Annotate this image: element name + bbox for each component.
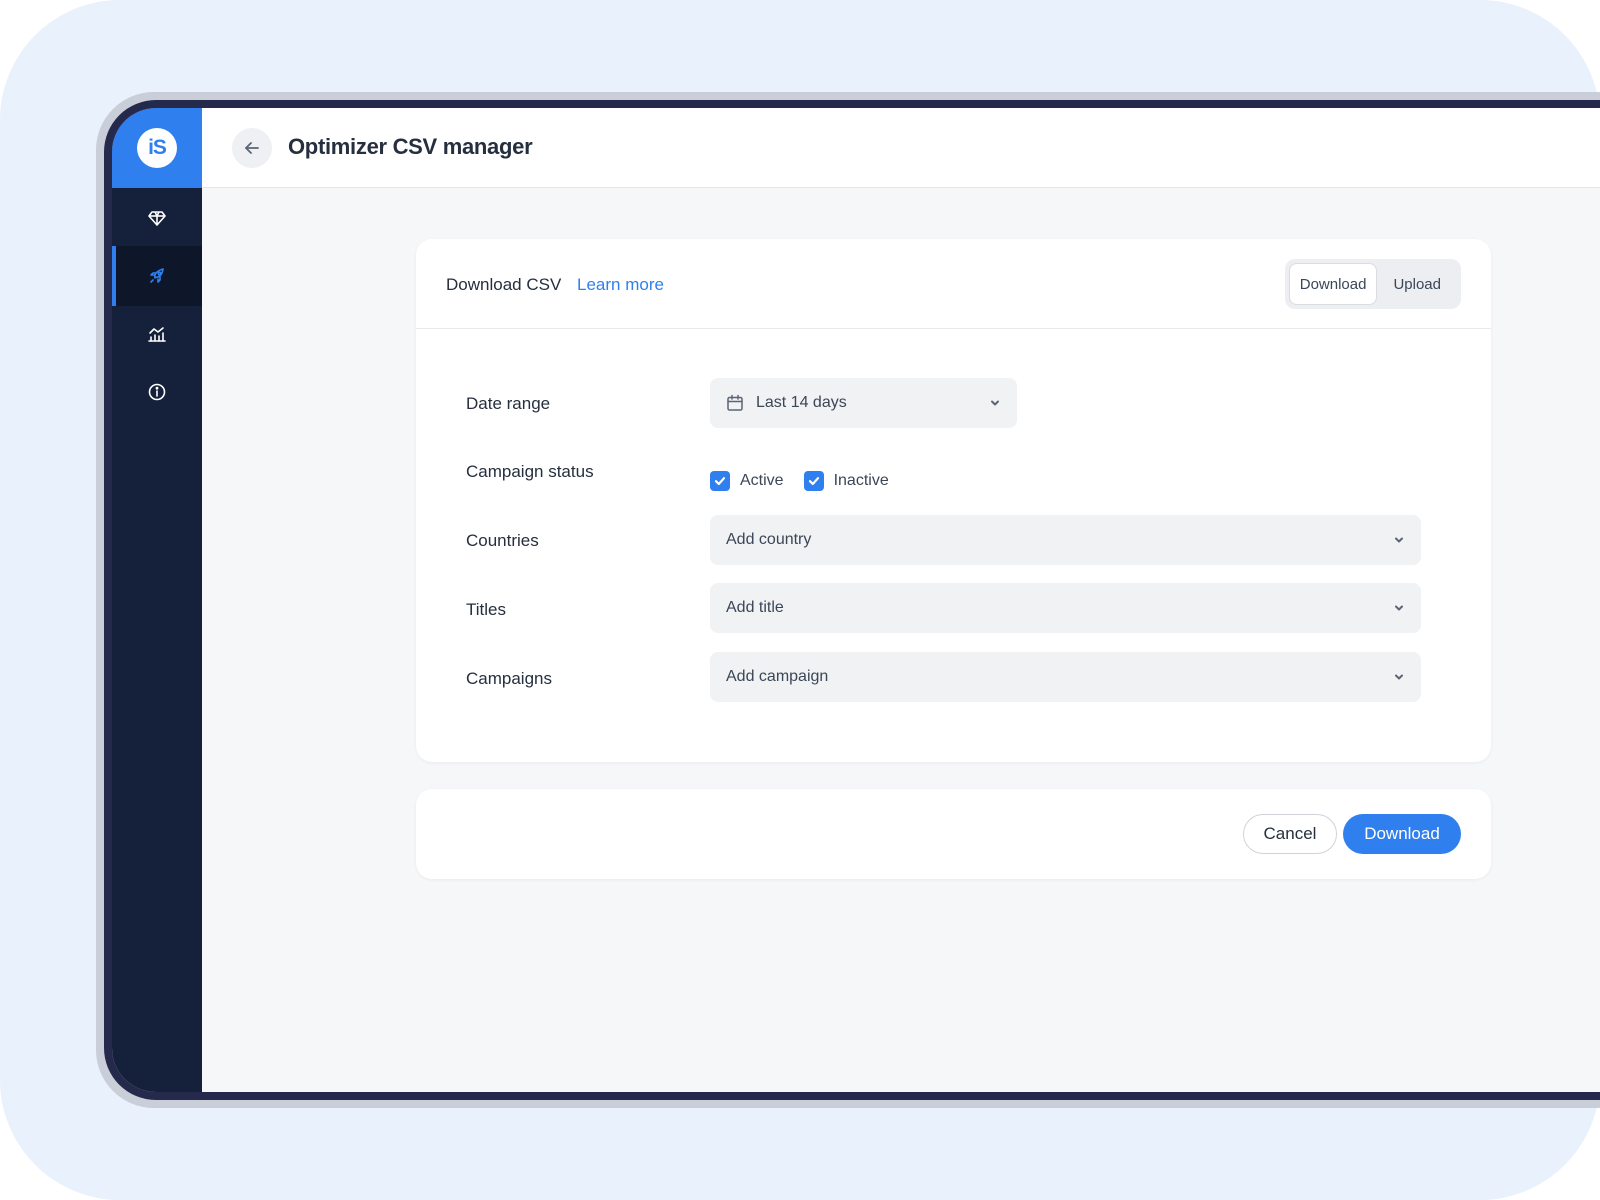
countries-select[interactable]: Add country	[710, 515, 1421, 565]
campaigns-select[interactable]: Add campaign	[710, 652, 1421, 702]
sidebar-item-diamond[interactable]	[112, 188, 202, 248]
chevron-down-icon	[1395, 605, 1403, 611]
calendar-icon	[727, 394, 743, 411]
date-range-label: Date range	[466, 394, 551, 413]
app-screen: iS Optimizer CSV manager Download CSV Le…	[112, 108, 1600, 1092]
learn-more-link[interactable]: Learn more	[577, 275, 664, 295]
page-title: Optimizer CSV manager	[288, 134, 533, 159]
sidebar-item-analytics[interactable]	[112, 304, 202, 364]
mode-toggle: Download Upload	[1284, 259, 1461, 309]
checkbox-checked-icon	[803, 471, 824, 491]
campaign-status-label: Campaign status	[466, 462, 594, 481]
titles-placeholder: Add title	[726, 599, 784, 616]
sidebar-item-info[interactable]	[112, 362, 202, 422]
toggle-download[interactable]: Download	[1288, 263, 1378, 305]
download-csv-card: Download CSV Learn more Download Upload …	[416, 239, 1491, 762]
titles-select[interactable]: Add title	[710, 583, 1421, 633]
rocket-icon	[150, 268, 164, 283]
actions-card: Cancel Download	[416, 789, 1491, 879]
inactive-label: Inactive	[833, 472, 889, 489]
date-range-select[interactable]: Last 14 days	[710, 378, 1017, 428]
app-logo: iS	[137, 128, 177, 168]
info-icon	[148, 383, 166, 401]
countries-label: Countries	[466, 531, 539, 550]
titles-label: Titles	[466, 600, 506, 619]
analytics-icon	[148, 327, 166, 342]
page-header: Optimizer CSV manager	[202, 108, 1600, 188]
date-range-value: Last 14 days	[756, 394, 847, 411]
toggle-upload[interactable]: Upload	[1377, 263, 1457, 305]
checkbox-checked-icon	[710, 471, 730, 491]
chevron-down-icon	[1395, 674, 1403, 680]
arrow-left-icon	[245, 142, 259, 154]
countries-placeholder: Add country	[726, 531, 812, 548]
chevron-down-icon	[991, 400, 999, 406]
campaign-status-group: Active Inactive	[710, 471, 909, 491]
active-checkbox[interactable]: Active	[710, 471, 784, 491]
campaigns-placeholder: Add campaign	[726, 668, 829, 685]
logo-area[interactable]: iS	[112, 108, 202, 188]
card-title: Download CSV	[446, 275, 562, 294]
inactive-checkbox[interactable]: Inactive	[803, 471, 889, 491]
chevron-down-icon	[1395, 537, 1403, 543]
download-button[interactable]: Download	[1343, 814, 1461, 854]
sidebar-item-optimizer[interactable]	[112, 246, 202, 306]
card-header: Download CSV Learn more Download Upload	[416, 239, 1491, 329]
campaigns-label: Campaigns	[466, 669, 552, 688]
diamond-icon	[148, 211, 166, 226]
sidebar: iS	[112, 108, 202, 1092]
cancel-button[interactable]: Cancel	[1243, 814, 1337, 854]
back-button[interactable]	[232, 128, 272, 168]
active-label: Active	[740, 472, 784, 489]
